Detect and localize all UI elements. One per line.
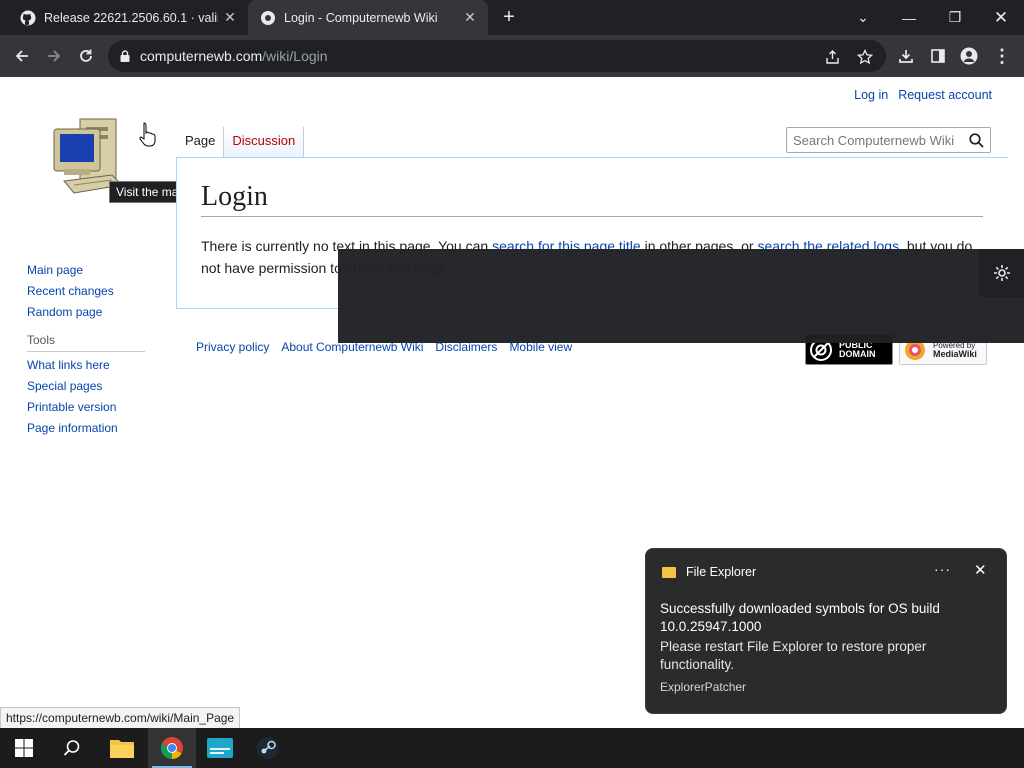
chrome-taskbar-icon[interactable] [148, 728, 196, 768]
tab-release[interactable]: Release 22621.2506.60.1 · valinet ✕ [8, 0, 248, 35]
tab-close-icon[interactable]: ✕ [458, 9, 482, 26]
sidebar-item-random-page[interactable]: Random page [27, 305, 145, 319]
tab-login[interactable]: Login - Computernewb Wiki ✕ [248, 0, 488, 35]
badge-text: DOMAIN [839, 348, 876, 359]
search-box[interactable]: Search Computernewb Wiki [786, 127, 991, 153]
badge-text: MediaWiki [933, 348, 977, 359]
downloads-icon[interactable] [893, 43, 919, 69]
restore-button[interactable]: ❐ [932, 0, 978, 35]
github-icon [20, 10, 36, 26]
tab-discussion[interactable]: Discussion [223, 127, 305, 157]
steam-taskbar-icon[interactable] [244, 728, 292, 768]
request-account-link[interactable]: Request account [898, 88, 992, 102]
sidebar-item-recent-changes[interactable]: Recent changes [27, 284, 145, 298]
sidebar-item-printable-version[interactable]: Printable version [27, 400, 145, 414]
personal-tools: Log in Request account [854, 88, 992, 102]
bookmark-star-icon[interactable] [856, 48, 874, 66]
share-icon[interactable] [824, 48, 842, 66]
sidebar-item-main-page[interactable]: Main page [27, 263, 145, 277]
dark-overlay-panel [338, 249, 1024, 343]
toast-header: File Explorer [662, 565, 756, 579]
url-text: computernewb.com/wiki/Login [140, 48, 328, 64]
url-domain: computernewb.com [140, 48, 263, 64]
login-link[interactable]: Log in [854, 88, 888, 102]
link-status-bubble: https://computernewb.com/wiki/Main_Page [0, 707, 241, 729]
lock-icon[interactable] [120, 50, 130, 62]
tab-title: Release 22621.2506.60.1 · valinet [44, 10, 218, 25]
footer-privacy-link[interactable]: Privacy policy [196, 340, 269, 354]
tab-search-chevron-icon[interactable]: ⌄ [840, 0, 886, 35]
file-explorer-icon [662, 566, 676, 578]
taskbar [0, 728, 1024, 768]
minimize-button[interactable]: — [886, 0, 932, 35]
reload-button[interactable] [73, 43, 99, 69]
search-icon[interactable] [962, 132, 990, 148]
page-tabs: Page Discussion [177, 127, 305, 157]
browser-tab-strip: Release 22621.2506.60.1 · valinet ✕ Logi… [0, 0, 1024, 35]
tools-heading: Tools [27, 333, 145, 352]
search-input[interactable]: Search Computernewb Wiki [787, 133, 962, 148]
file-explorer-taskbar-icon[interactable] [98, 728, 146, 768]
close-window-button[interactable]: ✕ [978, 0, 1024, 35]
toast-title: Successfully downloaded symbols for OS b… [660, 601, 940, 634]
sidebar-item-special-pages[interactable]: Special pages [27, 379, 145, 393]
side-panel-icon[interactable] [925, 43, 951, 69]
url-path: /wiki/Login [262, 48, 328, 64]
taskbar-search-icon[interactable] [48, 728, 96, 768]
gear-icon[interactable] [979, 249, 1024, 297]
page-title: Login [201, 180, 983, 217]
profile-avatar-icon[interactable] [956, 43, 982, 69]
toast-app-name: File Explorer [686, 565, 757, 579]
forward-button[interactable] [41, 43, 67, 69]
sidebar: Main page Recent changes Random page Too… [27, 263, 145, 442]
toast-source: ExplorerPatcher [660, 680, 747, 694]
address-bar[interactable]: computernewb.com/wiki/Login [108, 40, 886, 72]
windows-logo-icon [15, 739, 33, 757]
toast-message: Please restart File Explorer to restore … [660, 639, 927, 672]
sidebar-item-page-information[interactable]: Page information [27, 421, 145, 435]
back-button[interactable] [9, 43, 35, 69]
sidebar-item-what-links-here[interactable]: What links here [27, 358, 145, 372]
start-button[interactable] [0, 728, 48, 768]
more-options-icon[interactable]: ··· [934, 561, 951, 577]
tab-close-icon[interactable]: ✕ [218, 9, 242, 26]
tab-page[interactable]: Page [177, 127, 224, 157]
tab-title: Login - Computernewb Wiki [284, 10, 438, 25]
browser-toolbar: computernewb.com/wiki/Login ⋮ [0, 35, 1024, 77]
hand-cursor-icon [139, 122, 156, 147]
wiki-favicon-icon [260, 10, 276, 26]
toast-close-button[interactable]: ✕ [974, 561, 987, 579]
notification-toast[interactable]: File Explorer ··· ✕ Successfully downloa… [645, 548, 1007, 714]
new-tab-button[interactable]: + [498, 6, 520, 28]
menu-kebab-icon[interactable]: ⋮ [989, 43, 1015, 69]
terminal-taskbar-icon[interactable] [196, 728, 244, 768]
